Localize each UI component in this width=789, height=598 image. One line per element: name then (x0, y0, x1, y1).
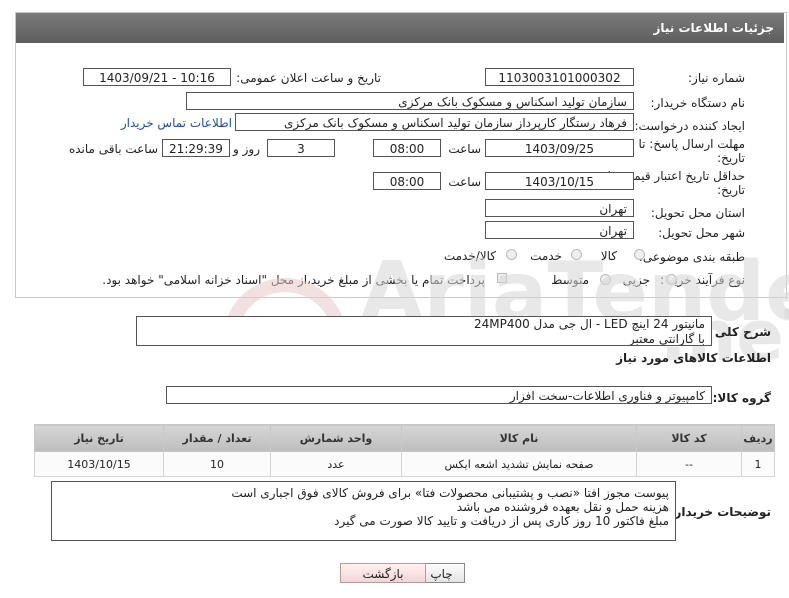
creator-label: ایجاد کننده درخواست: (634, 119, 745, 133)
buyer-notes-line3: مبلغ فاکتور 10 روز کاری پس از دریافت و ت… (334, 514, 669, 528)
announce-field[interactable]: 1403/09/21 - 10:16 (83, 68, 231, 86)
treasury-checkbox[interactable] (497, 273, 507, 283)
description-line1: مانیتور 24 اینچ LED - ال جی مدل 24MP400 (473, 317, 705, 331)
deadline-label-date: تاریخ: (717, 151, 745, 165)
process-option-medium: متوسط (551, 273, 589, 287)
need-number-field[interactable]: 1103003101000302 (485, 68, 634, 86)
deadline-time-field[interactable]: 08:00 (373, 139, 441, 157)
cell-name: صفحه نمایش تشدید اشعه ایکس (401, 451, 637, 477)
price-validity-time-field[interactable]: 08:00 (373, 172, 441, 190)
cell-unit: عدد (270, 451, 402, 477)
process-option-minor: جزیی (622, 273, 650, 287)
col-header-date: تاریخ نیاز (34, 424, 164, 452)
province-label: استان محل تحویل: (650, 206, 745, 220)
panel-header: جزئیات اطلاعات نیاز (16, 13, 784, 43)
announce-label: تاریخ و ساعت اعلان عمومی: (236, 71, 381, 85)
category-radio-goods[interactable] (634, 249, 645, 260)
table-row[interactable]: 1 -- صفحه نمایش تشدید اشعه ایکس عدد 10 1… (34, 451, 775, 477)
goods-section-title: اطلاعات کالاهای مورد نیاز (616, 351, 771, 365)
col-header-name: نام کالا (401, 424, 637, 452)
col-header-code: کد کالا (636, 424, 742, 452)
cell-quantity: 10 (163, 451, 271, 477)
payment-note: پرداخت تمام یا بخشی از مبلغ خرید،از محل … (102, 273, 485, 287)
description-line2: با گارانتی معتبر (628, 332, 705, 346)
deadline-date-field[interactable]: 1403/09/25 (485, 139, 634, 157)
buyer-org-field[interactable]: سازمان تولید اسکناس و مسکوک بانک مرکزی (186, 92, 634, 110)
panel-title: جزئیات اطلاعات نیاز (653, 21, 774, 35)
process-radio-medium[interactable] (600, 274, 611, 285)
days-field[interactable]: 3 (267, 139, 335, 157)
items-table: ردیف کد کالا نام کالا واحد شمارش تعداد /… (34, 424, 775, 477)
cell-row: 1 (741, 451, 775, 477)
goods-group-label: گروه کالا: (712, 391, 771, 405)
category-option-service: خدمت (530, 249, 562, 263)
category-option-goods-service: کالا/خدمت (443, 249, 496, 263)
goods-group-field[interactable]: کامپیوتر و فناوری اطلاعات-سخت افزار (166, 386, 712, 404)
table-header-row: ردیف کد کالا نام کالا واحد شمارش تعداد /… (34, 424, 775, 452)
remaining-time-field[interactable]: 21:29:39 (162, 139, 230, 157)
price-validity-date-field[interactable]: 1403/10/15 (485, 172, 634, 190)
buyer-notes-line2: هزینه حمل و نقل بعهده فروشنده می باشد (456, 500, 669, 514)
days-label: روز و (233, 142, 260, 156)
cell-date: 1403/10/15 (34, 451, 164, 477)
process-radio-minor[interactable] (666, 274, 677, 285)
remaining-label: ساعت باقی مانده (68, 142, 158, 156)
category-radio-service[interactable] (571, 249, 582, 260)
city-field[interactable]: تهران (485, 221, 634, 239)
buyer-notes-textarea[interactable]: پیوست مجوز افتا «نصب و پشتیبانی محصولات … (51, 481, 676, 541)
price-validity-label-date: تاریخ: (717, 183, 745, 197)
cell-code: -- (636, 451, 742, 477)
col-header-quantity: تعداد / مقدار (163, 424, 271, 452)
city-label: شهر محل تحویل: (658, 226, 745, 240)
col-header-unit: واحد شمارش (270, 424, 402, 452)
deadline-label: مهلت ارسال پاسخ: تا (638, 137, 745, 151)
contact-link[interactable]: اطلاعات تماس خریدار (121, 116, 232, 130)
deadline-time-label: ساعت (448, 142, 481, 156)
category-option-goods: کالا (600, 249, 617, 263)
buyer-org-label: نام دستگاه خریدار: (650, 96, 746, 110)
province-field[interactable]: تهران (485, 199, 634, 217)
category-label: طبقه بندی موضوعی: (638, 250, 745, 264)
col-header-row: ردیف (741, 424, 775, 452)
back-button[interactable]: بازگشت (340, 563, 426, 583)
buyer-notes-label: توضیحات خریدار: (669, 505, 771, 519)
category-radio-goods-service[interactable] (506, 249, 517, 260)
description-textarea[interactable]: مانیتور 24 اینچ LED - ال جی مدل 24MP400 … (136, 316, 712, 346)
need-number-label: شماره نیاز: (688, 71, 745, 85)
price-validity-time-label: ساعت (448, 175, 481, 189)
buyer-notes-line1: پیوست مجوز افتا «نصب و پشتیبانی محصولات … (231, 486, 669, 500)
creator-field[interactable]: فرهاد رستگار کارپرداز سازمان تولید اسکنا… (235, 113, 634, 131)
